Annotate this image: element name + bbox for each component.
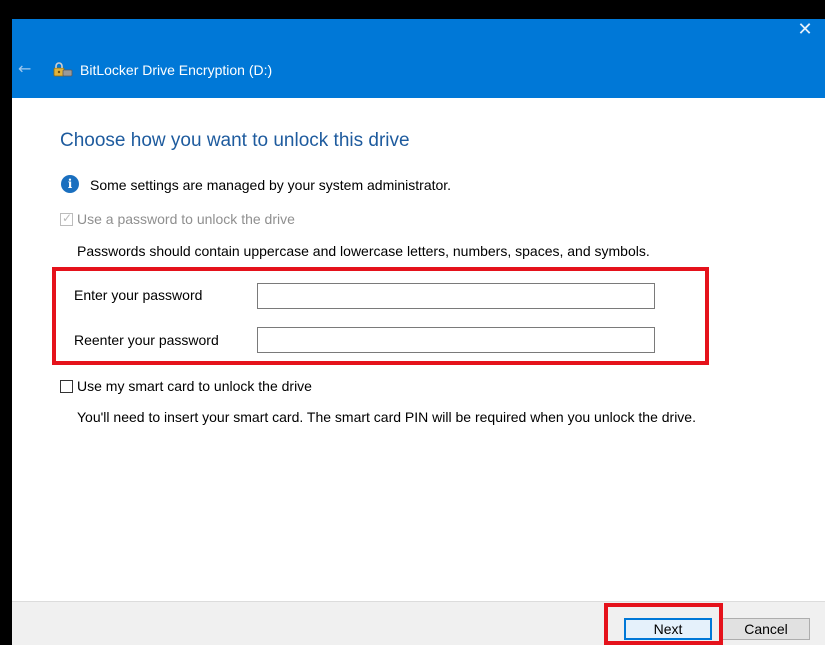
- back-button[interactable]: ←: [18, 59, 38, 79]
- info-icon: i: [61, 175, 79, 193]
- password-requirements-hint: Passwords should contain uppercase and l…: [77, 243, 650, 259]
- page-heading: Choose how you want to unlock this drive: [60, 130, 410, 151]
- close-button[interactable]: ✕: [785, 19, 825, 47]
- screen-background: ✕ ← BitLocker Drive Encryption (D:) Choo…: [0, 0, 825, 645]
- back-arrow-icon: ←: [18, 59, 32, 78]
- window-title: BitLocker Drive Encryption (D:): [80, 62, 273, 78]
- admin-managed-notice: Some settings are managed by your system…: [90, 177, 452, 193]
- checkmark-icon: ✓: [62, 211, 73, 225]
- bitlocker-dialog: ✕ ← BitLocker Drive Encryption (D:) Choo…: [12, 19, 825, 645]
- bitlocker-icon: [53, 62, 73, 77]
- password-checkbox[interactable]: ✓: [60, 211, 73, 226]
- password-option-label: Use a password to unlock the drive: [77, 211, 295, 227]
- title-bar: ✕ ← BitLocker Drive Encryption (D:): [12, 19, 825, 98]
- next-button-highlight: [604, 603, 723, 645]
- smartcard-option-label: Use my smart card to unlock the drive: [77, 378, 312, 394]
- password-fields-highlight: [52, 267, 709, 365]
- smartcard-checkbox[interactable]: [60, 380, 73, 393]
- cancel-button[interactable]: Cancel: [722, 618, 810, 640]
- close-icon: ✕: [797, 19, 813, 40]
- smartcard-hint: You'll need to insert your smart card. T…: [77, 409, 696, 425]
